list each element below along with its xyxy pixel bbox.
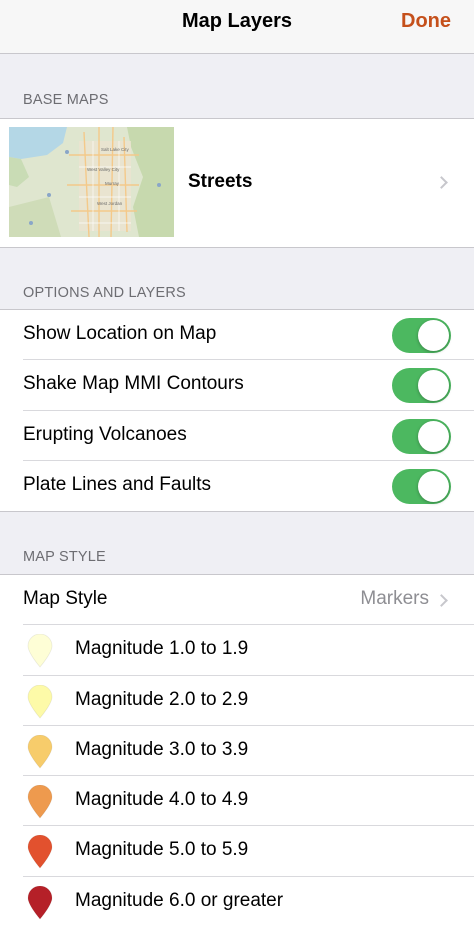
option-label: Erupting Volcanoes: [23, 423, 187, 445]
map-style-section-header: MAP STYLE: [23, 549, 106, 565]
option-label: Plate Lines and Faults: [23, 473, 212, 495]
toggle-knob: [418, 470, 449, 502]
legend-row-mag-4: Magnitude 4.0 to 4.9: [0, 776, 474, 827]
legend-label: Magnitude 3.0 to 3.9: [75, 738, 249, 760]
options-group: Show Location on Map Shake Map MMI Conto…: [0, 309, 474, 513]
option-label: Show Location on Map: [23, 323, 217, 344]
show-location-toggle[interactable]: [392, 318, 451, 353]
map-label-west-jordan: West Jordan: [97, 201, 123, 206]
map-label-west-valley-city: West Valley City: [87, 167, 120, 172]
option-row-plate-lines: Plate Lines and Faults: [0, 461, 474, 511]
map-label-salt-lake-city: Salt Lake City: [101, 147, 130, 152]
legend-label: Magnitude 4.0 to 4.9: [75, 789, 249, 811]
marker-pin-icon: [27, 885, 53, 920]
option-row-show-location: Show Location on Map: [0, 310, 474, 361]
chevron-right-icon: [435, 176, 448, 189]
legend-label: Magnitude 2.0 to 2.9: [75, 688, 249, 710]
chevron-right-icon: [435, 594, 448, 607]
legend-row-mag-2: Magnitude 2.0 to 2.9: [0, 676, 474, 726]
legend-label: Magnitude 1.0 to 1.9: [75, 638, 249, 660]
legend-row-mag-1: Magnitude 1.0 to 1.9: [0, 625, 474, 676]
legend-row-mag-6: Magnitude 6.0 or greater: [0, 877, 474, 927]
map-label-murray: Murray: [105, 181, 120, 186]
basemap-row-streets[interactable]: Salt Lake City West Valley City Murray W…: [0, 119, 474, 247]
legend-row-mag-3: Magnitude 3.0 to 3.9: [0, 726, 474, 777]
toggle-knob: [418, 370, 449, 402]
option-row-shake-map: Shake Map MMI Contours: [0, 360, 474, 411]
marker-pin-icon: [27, 634, 53, 668]
shake-map-toggle[interactable]: [392, 368, 451, 404]
option-row-volcanoes: Erupting Volcanoes: [0, 411, 474, 461]
marker-pin-icon: [27, 835, 53, 870]
legend-label: Magnitude 6.0 or greater: [75, 889, 284, 911]
plate-lines-toggle[interactable]: [392, 468, 451, 504]
marker-pin-icon: [27, 684, 53, 719]
navigation-bar: Map Layers Done: [0, 0, 474, 54]
legend-row-mag-5: Magnitude 5.0 to 5.9: [0, 826, 474, 877]
base-maps-section-header: BASE MAPS: [23, 92, 109, 108]
toggle-knob: [418, 320, 449, 351]
options-section-header: OPTIONS AND LAYERS: [23, 285, 186, 301]
marker-pin-icon: [27, 734, 53, 769]
marker-pin-icon: [27, 785, 53, 819]
done-button[interactable]: Done: [401, 10, 451, 33]
map-style-label: Map Style: [23, 588, 108, 609]
basemap-label: Streets: [188, 171, 253, 192]
volcanoes-toggle[interactable]: [392, 418, 451, 454]
map-style-value: Markers: [360, 588, 429, 609]
base-maps-group: Salt Lake City West Valley City Murray W…: [0, 118, 474, 248]
map-style-group: Map Style Markers Magnitude 1.0 to 1.9 M…: [0, 574, 474, 927]
map-style-row[interactable]: Map Style Markers: [0, 575, 474, 626]
option-label: Shake Map MMI Contours: [23, 373, 244, 395]
toggle-knob: [418, 420, 449, 452]
basemap-thumbnail: Salt Lake City West Valley City Murray W…: [9, 127, 174, 237]
legend-label: Magnitude 5.0 to 5.9: [75, 839, 249, 861]
